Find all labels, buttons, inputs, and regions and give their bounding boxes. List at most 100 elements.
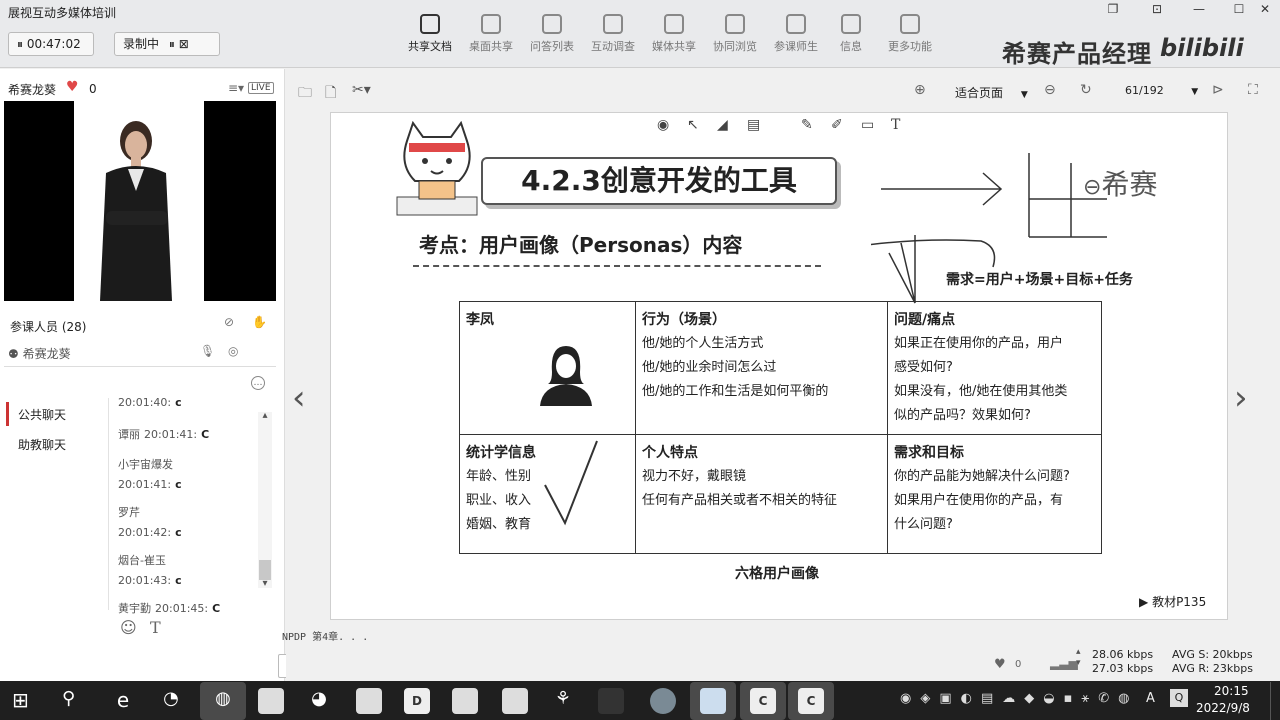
c-app-icon-2[interactable]: C [798,688,824,714]
page-indicator[interactable]: 61/192 ▼ [1125,84,1198,97]
mute-all-icon[interactable]: ⊘ [224,315,234,329]
qa-list-icon [542,14,562,34]
chat-app-icon[interactable]: ◕ [306,688,332,714]
chat-time: 20:01:45: [155,602,209,615]
pause-icon: ⏸ [17,37,24,51]
browser-app-icon[interactable] [650,688,676,714]
file-icon[interactable]: 🗋 [325,82,336,106]
chat-text: c [175,574,182,587]
text-tool-icon[interactable]: T [891,117,900,133]
eraser-icon[interactable]: ◢ [717,117,728,133]
chat-text: c [175,478,182,491]
edge-icon[interactable]: e [110,688,136,714]
toolbar-more-functions-button[interactable]: 更多功能 [880,14,940,54]
chat-message: 谭丽 20:01:41: C [118,426,209,442]
handwritten-checkmark [544,440,598,526]
scissors-icon[interactable]: ✂▾ [352,82,371,98]
record-status-button[interactable]: 录制中 ⏸ ⊠ [114,32,220,56]
ime-language[interactable]: A [1146,691,1155,706]
up-speed: 27.03 kbps [1092,662,1154,675]
laser-pointer-icon[interactable]: ◉ [657,117,669,133]
toolbar-co-browse-button[interactable]: 协同浏览 [705,14,765,54]
toolbar-info-button[interactable]: 信息 [821,14,881,54]
attendees-icon [786,14,806,34]
top-bar: 展视互动多媒体培训 ❐ ⊡ — ☐ ✕ ⏸ 00:47:02 录制中 ⏸ ⊠ 希… [0,0,1280,68]
system-tray-icons[interactable]: ◉◈▣◐▤☁◆◒▪⚹✆◍ [900,691,1138,706]
list-icon[interactable]: ≡▾ [228,81,244,95]
clear-icon[interactable]: ▤ [747,117,760,133]
tab-assistant-chat[interactable]: 助教聊天 [18,436,66,453]
chat-scrollbar[interactable]: ▴ ▾ [258,410,272,589]
tab-indicator [6,402,9,426]
training-app-icon[interactable]: ◍ [210,688,236,714]
chat-sender: 小宇宙爆发 [118,458,173,471]
next-page-icon[interactable]: ⊳ [1212,82,1224,98]
clock-date[interactable]: 2022/9/8 [1196,701,1250,715]
survey-icon [603,14,623,34]
chat-message: 20:01:40: c [118,396,182,409]
toolbar-media-share-button[interactable]: 媒体共享 [644,14,704,54]
chevron-down-icon: ▼ [1020,90,1028,100]
signal-icon: ▂▃▅ [1050,656,1078,670]
toolbar-share-doc-button[interactable]: 共享文档 [400,14,460,54]
pointer-icon[interactable]: ↖ [687,117,699,133]
persona-cell-pain-points: 问题/痛点 如果正在使用你的产品，用户 感受如何? 如果没有，他/她在使用其他类… [887,301,1102,435]
pen-app-icon[interactable] [700,688,726,714]
folder-icon[interactable]: 🗀 [298,82,312,106]
rotate-icon[interactable]: ↻ [1080,82,1092,98]
desktop-share-icon [481,14,501,34]
zoom-mode-select[interactable]: 适合页面 ▼ [955,84,1028,101]
fullscreen-icon[interactable]: ⛶ [1248,82,1258,98]
toolbar-desktop-share-button[interactable]: 桌面共享 [461,14,521,54]
input-method-icon[interactable]: Q [1170,689,1188,707]
zoom-in-icon[interactable]: ⊕ [914,82,926,98]
annotation-toolbar: ◉ ↖ ◢ ▤ ✎ ✐ ▭ T [641,117,917,141]
pin-icon[interactable]: ⊡ [1144,0,1170,18]
notepad-icon[interactable] [258,688,284,714]
prev-slide-arrow[interactable]: ‹ [292,378,306,418]
host-row[interactable]: ⚉ 希赛龙葵 [8,345,71,362]
chat-sender: 黄宇勤 [118,602,151,615]
down-speed: 28.06 kbps [1092,648,1154,661]
like-icon[interactable]: ♥ [994,657,1006,672]
close-button[interactable]: ✕ [1252,0,1278,18]
toolbar-qa-list-button[interactable]: 问答列表 [522,14,582,54]
emoji-icon[interactable]: ☺ [120,618,137,637]
demand-formula: 需求=用户+场景+目标+任务 [946,272,1133,288]
pen-icon[interactable]: ✎ [801,117,813,133]
elapsed-timer[interactable]: ⏸ 00:47:02 [8,32,94,56]
chat-time: 20:01:41: [144,428,198,441]
toolbar-survey-button[interactable]: 互动调查 [583,14,643,54]
highlighter-icon[interactable]: ✐ [831,117,843,133]
text-format-icon[interactable]: T [150,618,161,637]
zoom-out-icon[interactable]: ⊖ [1044,82,1056,98]
qq-browser-icon[interactable]: ◔ [158,688,184,714]
tools-icon[interactable] [452,688,478,714]
presenter-figure [100,121,172,301]
file-explorer-icon[interactable] [356,688,382,714]
hand-icon[interactable]: ✋ [252,315,267,329]
nvidia-icon[interactable] [598,688,624,714]
clock-time[interactable]: 20:15 [1214,684,1249,698]
page-chevron-icon: ▼ [1191,87,1199,97]
restore-icon[interactable]: ❐ [1100,0,1126,18]
maximize-button[interactable]: ☐ [1226,0,1252,18]
rectangle-icon[interactable]: ▭ [861,117,874,133]
next-slide-arrow[interactable]: › [1234,378,1248,418]
c-app-icon[interactable]: C [750,688,776,714]
toolbar-attendees-button[interactable]: 参课师生 [766,14,826,54]
network-app-icon[interactable]: ⚘ [550,688,576,714]
presenter-name: 希赛龙葵 [8,83,57,97]
document-app-icon[interactable]: D [404,688,430,714]
persona-cell-traits: 个人特点 视力不好，戴眼镜 任何有产品相关或者不相关的特征 [635,434,888,554]
taskbar-search-icon[interactable]: ⚲ [62,688,75,709]
upload-icon[interactable] [502,688,528,714]
windows-start-icon[interactable]: ⊞ [12,688,29,712]
tab-public-chat[interactable]: 公共聊天 [18,406,66,423]
show-desktop-button[interactable] [1270,682,1280,720]
heart-icon[interactable]: ♥ [66,79,79,95]
camera-icon: ◎ [228,344,239,358]
minimize-button[interactable]: — [1186,0,1212,18]
more-icon[interactable]: … [251,376,265,390]
cat-mascot [396,121,478,216]
